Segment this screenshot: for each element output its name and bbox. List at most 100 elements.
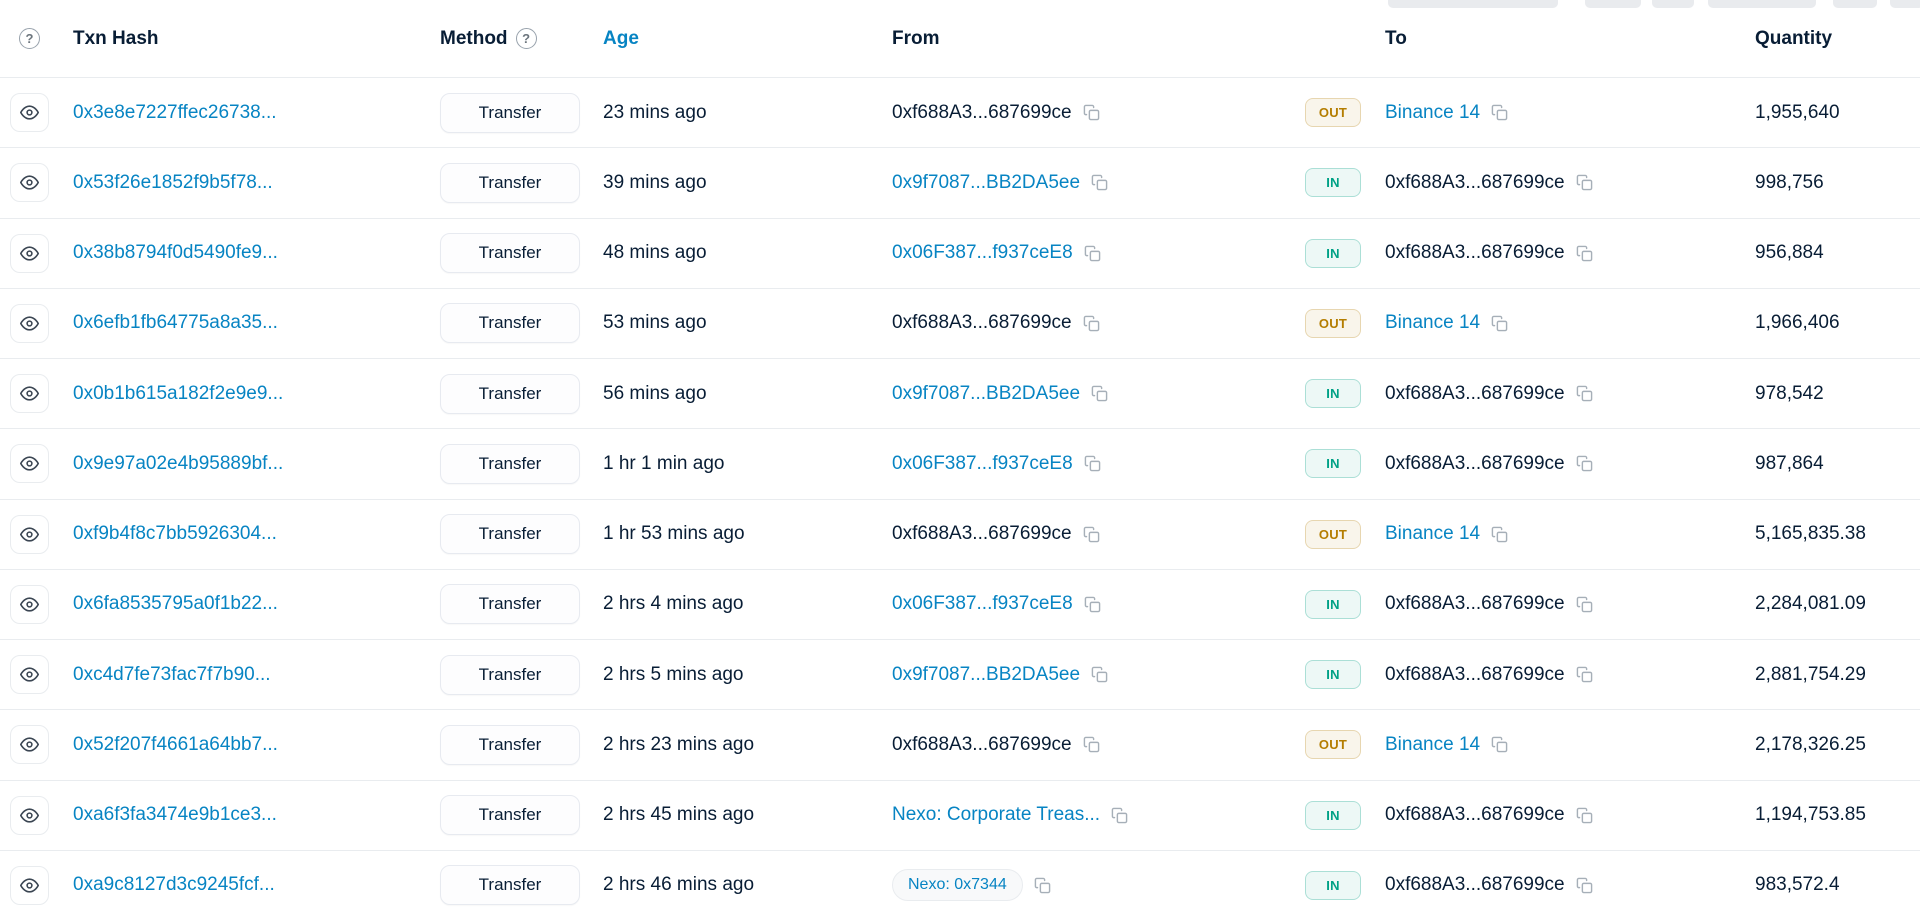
copy-icon	[1576, 807, 1593, 824]
method-button[interactable]: Transfer	[440, 233, 580, 273]
from-address[interactable]: 0x9f7087...BB2DA5ee	[892, 383, 1080, 405]
copy-to-address-button[interactable]	[1491, 315, 1508, 332]
from-address[interactable]: 0x06F387...f937ceE8	[892, 242, 1073, 264]
txn-hash-link[interactable]: 0xc4d7fe73fac7f7b90...	[73, 664, 271, 685]
method-button[interactable]: Transfer	[440, 865, 580, 905]
from-address[interactable]: 0x9f7087...BB2DA5ee	[892, 172, 1080, 194]
from-address[interactable]: 0x06F387...f937ceE8	[892, 453, 1073, 475]
eye-icon	[20, 806, 39, 825]
copy-icon	[1083, 526, 1100, 543]
method-button[interactable]: Transfer	[440, 303, 580, 343]
copy-to-address-button[interactable]	[1576, 385, 1593, 402]
direction-badge: IN	[1305, 239, 1361, 268]
preview-eye-button[interactable]	[10, 374, 49, 413]
method-button[interactable]: Transfer	[440, 584, 580, 624]
copy-from-address-button[interactable]	[1091, 666, 1108, 683]
table-row: 0xc4d7fe73fac7f7b90... Transfer 2 hrs 5 …	[0, 639, 1920, 709]
method-help-icon[interactable]: ?	[516, 28, 537, 49]
from-address[interactable]: Nexo: Corporate Treas...	[892, 804, 1100, 826]
copy-from-address-button[interactable]	[1084, 455, 1101, 472]
to-address[interactable]: Binance 14	[1385, 102, 1480, 124]
from-address[interactable]: 0x9f7087...BB2DA5ee	[892, 664, 1080, 686]
method-button[interactable]: Transfer	[440, 795, 580, 835]
txn-hash-link[interactable]: 0x53f26e1852f9b5f78...	[73, 172, 273, 193]
preview-eye-button[interactable]	[10, 93, 49, 132]
quantity-value: 956,884	[1755, 242, 1824, 263]
preview-eye-button[interactable]	[10, 796, 49, 835]
direction-badge: OUT	[1305, 520, 1361, 549]
method-button[interactable]: Transfer	[440, 655, 580, 695]
copy-to-address-button[interactable]	[1576, 666, 1593, 683]
age-text: 39 mins ago	[603, 172, 707, 193]
preview-eye-button[interactable]	[10, 655, 49, 694]
to-address[interactable]: Binance 14	[1385, 312, 1480, 334]
preview-eye-button[interactable]	[10, 515, 49, 554]
copy-icon	[1576, 596, 1593, 613]
preview-eye-button[interactable]	[10, 725, 49, 764]
txn-hash-link[interactable]: 0x38b8794f0d5490fe9...	[73, 242, 278, 263]
to-address[interactable]: Binance 14	[1385, 734, 1480, 756]
txn-hash-link[interactable]: 0xa9c8127d3c9245fcf...	[73, 874, 275, 895]
copy-to-address-button[interactable]	[1576, 455, 1593, 472]
preview-eye-button[interactable]	[10, 234, 49, 273]
txn-hash-link[interactable]: 0x52f207f4661a64bb7...	[73, 734, 278, 755]
copy-to-address-button[interactable]	[1491, 736, 1508, 753]
copy-from-address-button[interactable]	[1034, 877, 1051, 894]
quantity-value: 983,572.4	[1755, 874, 1840, 895]
copy-to-address-button[interactable]	[1576, 877, 1593, 894]
copy-from-address-button[interactable]	[1091, 174, 1108, 191]
table-row: 0x38b8794f0d5490fe9... Transfer 48 mins …	[0, 218, 1920, 288]
copy-to-address-button[interactable]	[1576, 245, 1593, 262]
copy-to-address-button[interactable]	[1491, 526, 1508, 543]
preview-eye-button[interactable]	[10, 444, 49, 483]
copy-from-address-button[interactable]	[1111, 807, 1128, 824]
method-button[interactable]: Transfer	[440, 163, 580, 203]
preview-eye-button[interactable]	[10, 585, 49, 624]
copy-to-address-button[interactable]	[1576, 807, 1593, 824]
method-button[interactable]: Transfer	[440, 444, 580, 484]
direction-badge: IN	[1305, 801, 1361, 830]
preview-eye-button[interactable]	[10, 304, 49, 343]
column-header-age[interactable]: Age	[603, 28, 892, 50]
txn-hash-link[interactable]: 0x6fa8535795a0f1b22...	[73, 593, 278, 614]
copy-to-address-button[interactable]	[1491, 104, 1508, 121]
quantity-value: 2,881,754.29	[1755, 664, 1866, 685]
copy-icon	[1083, 104, 1100, 121]
method-button[interactable]: Transfer	[440, 725, 580, 765]
cutoff-button-fragment	[1388, 0, 1558, 8]
copy-icon	[1576, 174, 1593, 191]
txn-hash-link[interactable]: 0x3e8e7227ffec26738...	[73, 102, 277, 123]
to-address[interactable]: Binance 14	[1385, 523, 1480, 545]
txn-hash-link[interactable]: 0x6efb1fb64775a8a35...	[73, 312, 278, 333]
from-address[interactable]: Nexo: 0x7344	[892, 869, 1023, 901]
table-help-icon[interactable]: ?	[19, 28, 40, 49]
eye-icon	[20, 735, 39, 754]
copy-to-address-button[interactable]	[1576, 174, 1593, 191]
txn-hash-link[interactable]: 0x0b1b615a182f2e9e9...	[73, 383, 283, 404]
eye-icon	[20, 103, 39, 122]
copy-from-address-button[interactable]	[1083, 526, 1100, 543]
copy-from-address-button[interactable]	[1084, 245, 1101, 262]
method-button[interactable]: Transfer	[440, 514, 580, 554]
txn-hash-link[interactable]: 0x9e97a02e4b95889bf...	[73, 453, 283, 474]
copy-from-address-button[interactable]	[1091, 385, 1108, 402]
preview-eye-button[interactable]	[10, 866, 49, 905]
cutoff-button-fragment	[1833, 0, 1877, 8]
txn-hash-link[interactable]: 0xa6f3fa3474e9b1ce3...	[73, 804, 277, 825]
copy-icon	[1084, 245, 1101, 262]
from-address[interactable]: 0x06F387...f937ceE8	[892, 593, 1073, 615]
table-row: 0xf9b4f8c7bb5926304... Transfer 1 hr 53 …	[0, 499, 1920, 569]
eye-icon	[20, 454, 39, 473]
copy-to-address-button[interactable]	[1576, 596, 1593, 613]
preview-eye-button[interactable]	[10, 163, 49, 202]
copy-from-address-button[interactable]	[1084, 596, 1101, 613]
quantity-value: 5,165,835.38	[1755, 523, 1866, 544]
method-button[interactable]: Transfer	[440, 93, 580, 133]
table-body: 0x3e8e7227ffec26738... Transfer 23 mins …	[0, 77, 1920, 916]
copy-from-address-button[interactable]	[1083, 315, 1100, 332]
copy-from-address-button[interactable]	[1083, 736, 1100, 753]
method-button[interactable]: Transfer	[440, 374, 580, 414]
txn-hash-link[interactable]: 0xf9b4f8c7bb5926304...	[73, 523, 277, 544]
quantity-value: 2,284,081.09	[1755, 593, 1866, 614]
copy-from-address-button[interactable]	[1083, 104, 1100, 121]
